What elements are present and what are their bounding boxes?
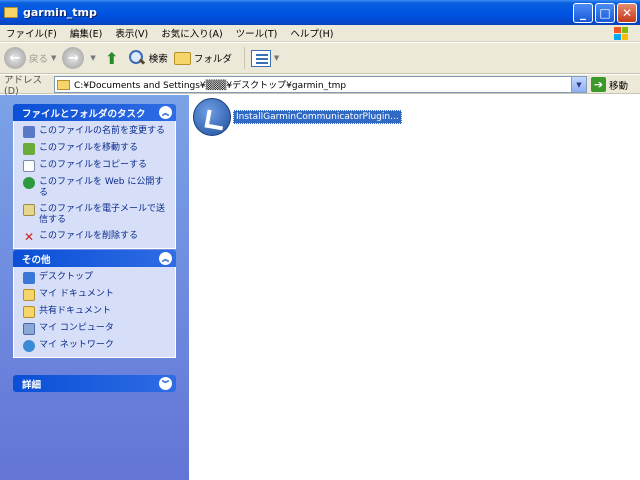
other-places-list: デスクトップ マイ ドキュメント 共有ドキュメント マイ コンピュータ マイ ネ…	[13, 267, 176, 358]
address-value: C:¥Documents and Settings¥▒▒▒¥デスクトップ¥gar…	[74, 81, 347, 91]
menu-view[interactable]: 表示(V)	[115, 26, 148, 40]
file-view[interactable]: InstallGarminCommunicatorPlugin...	[189, 95, 640, 480]
task-email[interactable]: このファイルを電子メールで送信する	[23, 204, 169, 226]
menu-edit[interactable]: 編集(E)	[70, 26, 102, 40]
task-rename[interactable]: このファイルの名前を変更する	[23, 126, 169, 138]
other-places-header[interactable]: その他 ︽	[13, 250, 176, 267]
address-input[interactable]: C:¥Documents and Settings¥▒▒▒¥デスクトップ¥gar…	[54, 76, 587, 93]
place-label: 共有ドキュメント	[39, 306, 112, 316]
place-my-computer[interactable]: マイ コンピュータ	[23, 323, 169, 335]
task-label: このファイルを電子メールで送信する	[39, 204, 166, 225]
shared-folder-icon	[23, 306, 35, 318]
go-arrow-icon: ➔	[591, 77, 606, 92]
network-icon	[23, 340, 35, 352]
task-pane: ファイルとフォルダのタスク ︽ このファイルの名前を変更する このファイルを移動…	[0, 95, 189, 480]
chevron-down-icon[interactable]: ︾	[159, 377, 172, 390]
computer-icon	[23, 323, 35, 335]
chevron-down-icon[interactable]: ▼	[571, 77, 586, 92]
back-button[interactable]: ← 戻る ▼	[4, 47, 56, 69]
globe-icon	[23, 177, 35, 189]
maximize-button[interactable]: □	[595, 3, 615, 23]
menu-favorites[interactable]: お気に入り(A)	[161, 26, 222, 40]
close-button[interactable]: ✕	[617, 3, 637, 23]
rename-icon	[23, 126, 35, 138]
task-delete[interactable]: ✕ このファイルを削除する	[23, 231, 169, 243]
views-icon	[250, 49, 271, 67]
toolbar: ← 戻る ▼ → ▼ ⬆ 検索 フォルダ ▼	[0, 43, 640, 74]
panel-title: ファイルとフォルダのタスク	[22, 108, 146, 120]
search-label: 検索	[148, 54, 168, 65]
place-desktop[interactable]: デスクトップ	[23, 272, 169, 284]
task-move[interactable]: このファイルを移動する	[23, 143, 169, 155]
file-name: InstallGarminCommunicatorPlugin...	[233, 110, 402, 124]
windows-logo-icon	[606, 26, 636, 41]
file-tasks-header[interactable]: ファイルとフォルダのタスク ︽	[13, 104, 176, 121]
place-label: マイ コンピュータ	[39, 323, 114, 333]
installer-icon	[193, 98, 231, 136]
delete-icon: ✕	[23, 230, 35, 244]
folders-label: フォルダ	[193, 54, 232, 65]
place-my-documents[interactable]: マイ ドキュメント	[23, 289, 169, 301]
minimize-button[interactable]: _	[573, 3, 593, 23]
copy-icon	[23, 160, 35, 172]
up-folder-button[interactable]: ⬆	[102, 48, 122, 68]
panel-title: その他	[22, 254, 51, 266]
task-label: このファイルを削除する	[39, 231, 139, 241]
place-my-network[interactable]: マイ ネットワーク	[23, 340, 169, 352]
mail-icon	[23, 204, 35, 216]
file-item[interactable]: InstallGarminCommunicatorPlugin...	[193, 98, 402, 136]
other-places-panel: その他 ︽ デスクトップ マイ ドキュメント 共有ドキュメント マイ コンピュー…	[13, 250, 176, 358]
up-arrow-icon: ⬆	[105, 48, 119, 68]
move-icon	[23, 143, 35, 155]
menu-help[interactable]: ヘルプ(H)	[290, 26, 333, 40]
task-label: このファイルの名前を変更する	[39, 126, 166, 136]
back-arrow-icon: ←	[4, 47, 26, 69]
details-header[interactable]: 詳細 ︾	[13, 375, 176, 392]
folder-icon	[57, 79, 70, 90]
address-bar: アドレス(D) C:¥Documents and Settings¥▒▒▒¥デス…	[0, 74, 640, 97]
chevron-down-icon: ▼	[51, 54, 57, 62]
details-panel: 詳細 ︾	[13, 375, 176, 392]
menu-tools[interactable]: ツール(T)	[236, 26, 278, 40]
file-tasks-list: このファイルの名前を変更する このファイルを移動する このファイルをコピーする …	[13, 121, 176, 249]
place-label: マイ ネットワーク	[39, 340, 114, 350]
task-label: このファイルを移動する	[39, 143, 139, 153]
search-icon	[128, 49, 146, 67]
menu-bar: ファイル(F) 編集(E) 表示(V) お気に入り(A) ツール(T) ヘルプ(…	[0, 25, 640, 42]
forward-button[interactable]: → ▼	[62, 47, 96, 69]
go-button[interactable]: ➔ 移動	[591, 77, 628, 92]
chevron-down-icon: ▼	[273, 54, 280, 62]
folder-icon	[173, 51, 191, 65]
search-button[interactable]: 検索	[128, 49, 168, 67]
menu-file[interactable]: ファイル(F)	[6, 26, 57, 40]
chevron-down-icon: ▼	[90, 54, 96, 62]
views-button[interactable]: ▼	[250, 49, 280, 67]
desktop-icon	[23, 272, 35, 284]
window-controls: _ □ ✕	[573, 3, 637, 23]
folder-icon	[4, 7, 18, 18]
file-tasks-panel: ファイルとフォルダのタスク ︽ このファイルの名前を変更する このファイルを移動…	[13, 104, 176, 249]
place-label: マイ ドキュメント	[39, 289, 114, 299]
task-label: このファイルをコピーする	[39, 160, 148, 170]
chevron-up-icon[interactable]: ︽	[159, 106, 172, 119]
folders-button[interactable]: フォルダ	[173, 51, 232, 65]
title-bar: garmin_tmp _ □ ✕	[0, 0, 640, 25]
forward-arrow-icon: →	[62, 47, 85, 69]
back-label: 戻る	[29, 54, 49, 65]
toolbar-divider	[243, 47, 245, 69]
address-label: アドレス(D)	[4, 74, 43, 97]
place-label: デスクトップ	[39, 272, 94, 282]
place-shared-documents[interactable]: 共有ドキュメント	[23, 306, 169, 318]
task-copy[interactable]: このファイルをコピーする	[23, 160, 169, 172]
task-publish-web[interactable]: このファイルを Web に公開する	[23, 177, 169, 199]
task-label: このファイルを Web に公開する	[39, 177, 164, 198]
window-title: garmin_tmp	[23, 6, 97, 19]
chevron-up-icon[interactable]: ︽	[159, 252, 172, 265]
panel-title: 詳細	[22, 379, 42, 391]
documents-folder-icon	[23, 289, 35, 301]
go-label: 移動	[609, 80, 629, 92]
